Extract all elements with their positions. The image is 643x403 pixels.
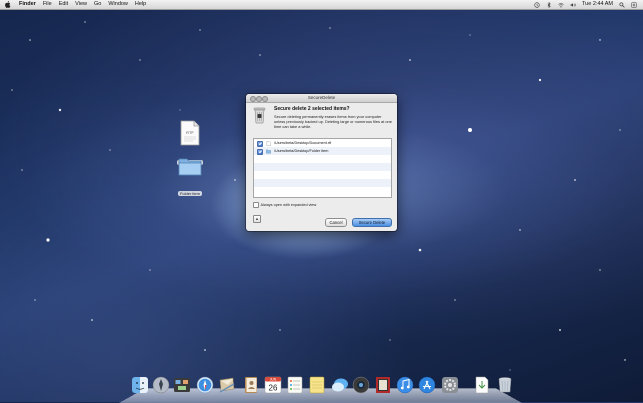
- folder-icon: [266, 149, 271, 153]
- empty-row: [254, 155, 391, 163]
- messages-icon[interactable]: [331, 376, 349, 394]
- menu-app-name[interactable]: Finder: [19, 0, 36, 9]
- system-preferences-icon[interactable]: [441, 376, 459, 394]
- bluetooth-icon[interactable]: [546, 1, 552, 8]
- folder-icon: [178, 158, 202, 176]
- menu-view[interactable]: View: [75, 0, 87, 9]
- apple-menu-icon[interactable]: [5, 1, 11, 8]
- itunes-icon[interactable]: [396, 376, 414, 394]
- dialog-heading: Secure delete 2 selected items?: [274, 106, 350, 112]
- contacts-icon[interactable]: [242, 376, 260, 394]
- calendar-month: JUN: [270, 378, 277, 382]
- calendar-icon[interactable]: JUN 26: [264, 376, 282, 394]
- launchpad-icon[interactable]: [152, 376, 170, 394]
- empty-row: [254, 171, 391, 179]
- finder-icon[interactable]: [131, 376, 149, 394]
- item-checkbox[interactable]: [257, 140, 263, 147]
- downloads-stack-icon[interactable]: [473, 376, 491, 394]
- dialog-title: SecureDelete: [307, 95, 336, 100]
- desktop-folder-item[interactable]: Folder item: [173, 155, 207, 200]
- list-item[interactable]: /Users/beta/Desktop/Document.rtf: [254, 139, 391, 147]
- empty-row: [254, 163, 391, 171]
- calendar-day: 26: [269, 384, 278, 393]
- trash-icon[interactable]: [496, 376, 514, 394]
- wifi-icon[interactable]: [558, 2, 564, 8]
- safari-icon[interactable]: [196, 376, 214, 394]
- expanded-view-label[interactable]: Always open with expanded view: [261, 203, 317, 207]
- menu-help[interactable]: Help: [135, 0, 146, 9]
- menu-window[interactable]: Window: [108, 0, 128, 9]
- rtf-badge: RTF: [186, 130, 194, 135]
- menu-go[interactable]: Go: [94, 0, 101, 9]
- selected-items-list[interactable]: /Users/beta/Desktop/Document.rtf /Users/…: [253, 138, 392, 198]
- dialog-titlebar: SecureDelete: [246, 94, 397, 103]
- list-item[interactable]: /Users/beta/Desktop/Folder item: [254, 147, 391, 155]
- menu-clock[interactable]: Tue 2:44 AM: [582, 0, 613, 9]
- secure-delete-dialog: SecureDelete Secure delete 2 selected it…: [246, 94, 397, 231]
- mission-control-icon[interactable]: [173, 376, 191, 394]
- notification-center-icon[interactable]: [631, 1, 637, 8]
- expanded-view-checkbox[interactable]: [253, 202, 259, 208]
- zoom-window-button[interactable]: [262, 96, 268, 102]
- menu-edit[interactable]: Edit: [59, 0, 68, 9]
- dialog-informative-text: Secure deleting permanently erases items…: [274, 114, 392, 129]
- item-path: /Users/beta/Desktop/Folder item: [274, 149, 329, 153]
- item-path: /Users/beta/Desktop/Document.rtf: [274, 141, 332, 145]
- cancel-button[interactable]: Cancel: [325, 218, 347, 227]
- notes-icon[interactable]: [308, 376, 326, 394]
- photo-booth-icon[interactable]: [374, 376, 392, 394]
- volume-icon[interactable]: [570, 2, 576, 8]
- mail-icon[interactable]: [218, 376, 236, 394]
- rtf-document-icon: RTF: [180, 120, 200, 146]
- document-icon: [266, 140, 271, 146]
- spotlight-search-icon[interactable]: [619, 2, 625, 8]
- facetime-icon[interactable]: [352, 376, 370, 394]
- time-machine-icon[interactable]: [534, 1, 540, 8]
- empty-row: [254, 187, 391, 195]
- disclosure-button[interactable]: ▲: [253, 215, 261, 223]
- trash-can-icon: [253, 107, 266, 124]
- item-checkbox[interactable]: [257, 148, 263, 155]
- desktop-icon-label: Folder item: [177, 191, 202, 196]
- secure-delete-button[interactable]: Secure Delete: [352, 218, 392, 227]
- app-store-icon[interactable]: [418, 376, 436, 394]
- empty-row: [254, 179, 391, 187]
- menu-bar: Finder File Edit View Go Window Help Tue…: [0, 0, 643, 10]
- reminders-icon[interactable]: [286, 376, 304, 394]
- menu-file[interactable]: File: [43, 0, 52, 9]
- expanded-view-option[interactable]: Always open with expanded view: [253, 202, 316, 208]
